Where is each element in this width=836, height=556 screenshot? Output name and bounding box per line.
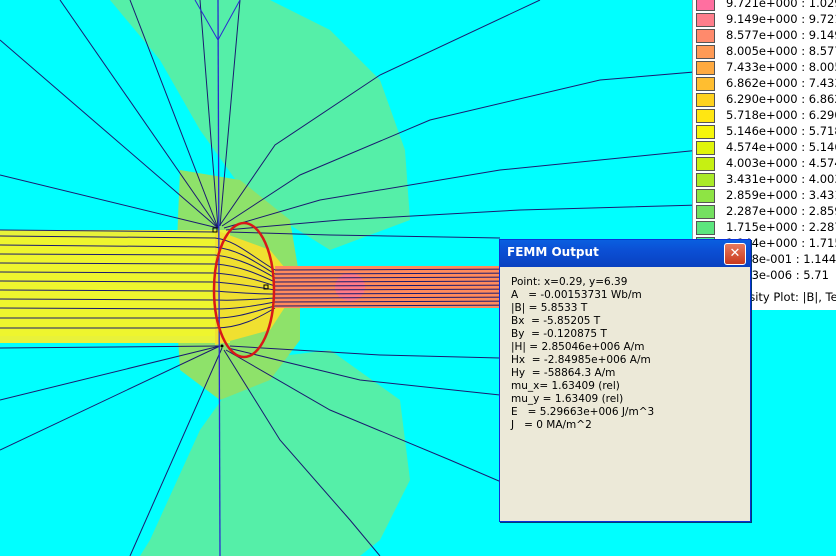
output-line: mu_y = 1.63409 (rel) xyxy=(511,393,624,405)
legend-item: 9.149e+000 : 9.721 xyxy=(693,11,836,27)
legend-item: 9.721e+000 : 1.029 xyxy=(693,0,836,11)
output-line: Point: x=0.29, y=6.39 xyxy=(511,276,628,288)
legend-swatch xyxy=(696,93,715,107)
legend-item: 5.146e+000 : 5.718 xyxy=(693,123,836,139)
legend-label: 2.287e+000 : 2.859 xyxy=(726,204,836,218)
output-line: |B| = 5.8533 T xyxy=(511,302,588,314)
output-line: Bx = -5.85205 T xyxy=(511,315,601,327)
legend-label: 1.715e+000 : 2.287 xyxy=(726,220,836,234)
legend-item: 4.574e+000 : 5.146 xyxy=(693,139,836,155)
legend-item: 3.431e+000 : 4.003 xyxy=(693,171,836,187)
legend-label: 6.290e+000 : 6.862 xyxy=(726,92,836,106)
output-line: Hy = -58864.3 A/m xyxy=(511,367,616,379)
legend-label: 4.574e+000 : 5.146 xyxy=(726,140,836,154)
output-line: By = -0.120875 T xyxy=(511,328,607,340)
legend-item: 6.862e+000 : 7.433 xyxy=(693,75,836,91)
legend-swatch xyxy=(696,157,715,171)
legend-item: 2.859e+000 : 3.431 xyxy=(693,187,836,203)
legend-swatch xyxy=(696,109,715,123)
femm-output-dialog[interactable]: FEMM Output ✕ Point: x=0.29, y=6.39 A = -… xyxy=(499,239,751,522)
legend-item: 2.287e+000 : 2.859 xyxy=(693,203,836,219)
legend-swatch xyxy=(696,13,715,27)
output-line: mu_x= 1.63409 (rel) xyxy=(511,380,620,392)
legend-swatch xyxy=(696,173,715,187)
legend-swatch xyxy=(696,189,715,203)
legend-label: 9.149e+000 : 9.721 xyxy=(726,12,836,26)
close-button[interactable]: ✕ xyxy=(724,243,746,265)
output-line: E = 5.29663e+006 J/m^3 xyxy=(511,406,655,418)
legend-swatch xyxy=(696,0,715,11)
legend-label: 5.718e+000 : 6.290 xyxy=(726,108,836,122)
legend-label: 2.859e+000 : 3.431 xyxy=(726,188,836,202)
legend-item: 5.718e+000 : 6.290 xyxy=(693,107,836,123)
legend-label: 9.721e+000 : 1.029 xyxy=(726,0,836,10)
legend-swatch xyxy=(696,45,715,59)
legend-swatch xyxy=(696,221,715,235)
legend-item: 1.715e+000 : 2.287 xyxy=(693,219,836,235)
legend-swatch xyxy=(696,141,715,155)
output-line: |H| = 2.85046e+006 A/m xyxy=(511,341,645,353)
legend-swatch xyxy=(696,125,715,139)
output-line: Hx = -2.84985e+006 A/m xyxy=(511,354,651,366)
legend-label: 5.146e+000 : 5.718 xyxy=(726,124,836,138)
output-readout: Point: x=0.29, y=6.39 A = -0.00153731 Wb/… xyxy=(511,276,743,512)
legend-label: 8.577e+000 : 9.149 xyxy=(726,28,836,42)
legend-label: 7.433e+000 : 8.005 xyxy=(726,60,836,74)
dialog-title: FEMM Output xyxy=(507,245,599,259)
legend-swatch xyxy=(696,77,715,91)
legend-item: 8.005e+000 : 8.577 xyxy=(693,43,836,59)
output-line: A = -0.00153731 Wb/m xyxy=(511,289,642,301)
legend-swatch xyxy=(696,61,715,75)
legend-item: 8.577e+000 : 9.149 xyxy=(693,27,836,43)
legend-swatch xyxy=(696,29,715,43)
output-line: J = 0 MA/m^2 xyxy=(511,419,592,431)
legend-swatch xyxy=(696,205,715,219)
legend-item: 4.003e+000 : 4.574 xyxy=(693,155,836,171)
legend-label: 4.003e+000 : 4.574 xyxy=(726,156,836,170)
legend-item: 7.433e+000 : 8.005 xyxy=(693,59,836,75)
dialog-title-bar[interactable]: FEMM Output ✕ xyxy=(500,240,750,267)
legend-label: 3.431e+000 : 4.003 xyxy=(726,172,836,186)
legend-label: 6.862e+000 : 7.433 xyxy=(726,76,836,90)
legend-label: 8.005e+000 : 8.577 xyxy=(726,44,836,58)
legend-item: 6.290e+000 : 6.862 xyxy=(693,91,836,107)
